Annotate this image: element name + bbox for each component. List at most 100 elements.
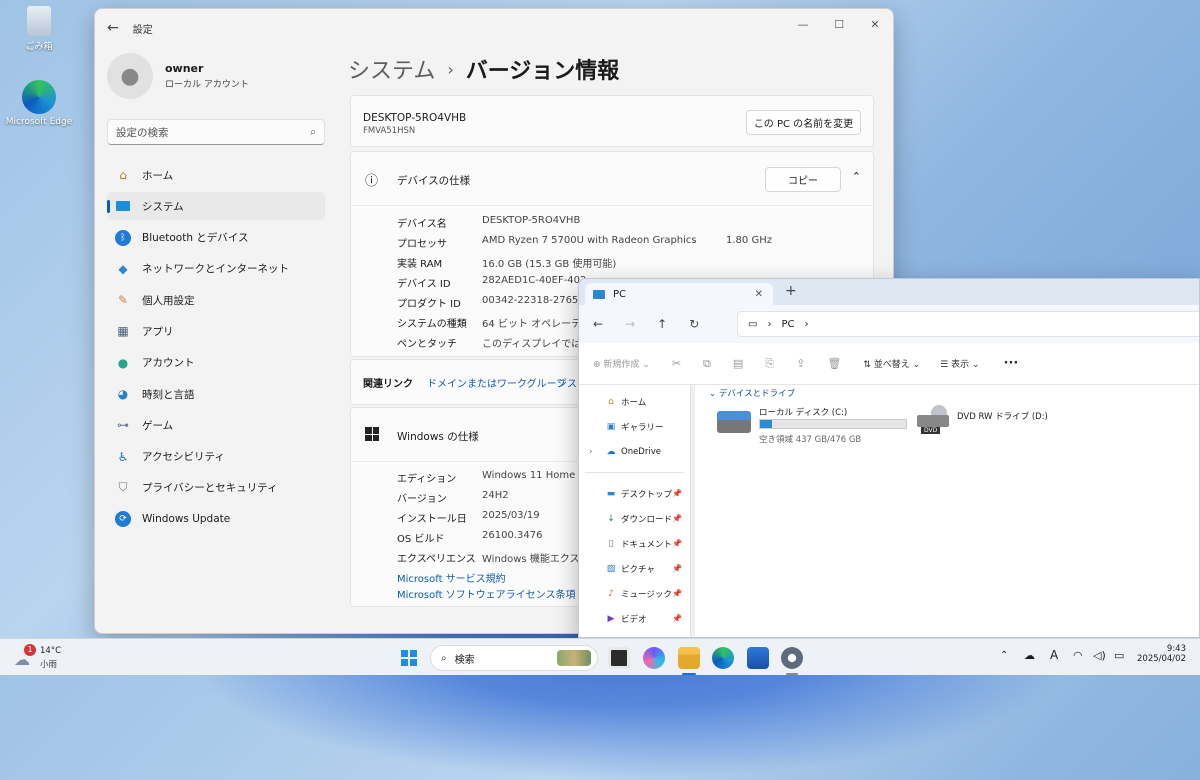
- device-spec-header[interactable]: ⓘ デバイスの仕様 コピー ⌃: [351, 152, 873, 206]
- nav-item-gaming[interactable]: ⊶ ゲーム: [107, 411, 325, 439]
- nav-item-home[interactable]: ⌂ ホーム: [107, 161, 325, 189]
- download-icon: ↓: [607, 513, 615, 524]
- pin-icon[interactable]: 📌: [672, 489, 682, 498]
- rename-pc-button[interactable]: この PC の名前を変更: [746, 110, 861, 135]
- new-button[interactable]: ⊕ 新規作成 ⌄: [593, 357, 650, 370]
- drive-d[interactable]: DVD DVD RW ドライブ (D:): [917, 405, 1057, 445]
- desktop-icon-recycle-bin[interactable]: ごみ箱: [4, 6, 74, 52]
- weather-widget[interactable]: ☁ 1 14°C 小雨: [14, 644, 74, 670]
- copilot-icon[interactable]: [643, 647, 665, 669]
- pin-icon[interactable]: 📌: [672, 564, 682, 573]
- nav-item-system[interactable]: システム: [107, 192, 325, 221]
- sidebar-item-onedrive[interactable]: › ☁ OneDrive: [579, 439, 690, 464]
- desktop-icon-label: Microsoft Edge: [5, 117, 73, 127]
- start-button[interactable]: [398, 647, 420, 669]
- pin-icon[interactable]: 📌: [672, 614, 682, 623]
- minimize-button[interactable]: —: [785, 9, 821, 39]
- pin-icon[interactable]: 📌: [672, 514, 682, 523]
- nav-item-time-language[interactable]: ◕ 時刻と言語: [107, 380, 325, 408]
- cut-icon[interactable]: ✂: [672, 357, 681, 370]
- device-name: DESKTOP-5RO4VHB: [363, 112, 467, 124]
- view-button[interactable]: ☰ 表示 ⌄: [940, 357, 979, 370]
- up-arrow-icon[interactable]: ↑: [657, 317, 667, 331]
- back-arrow-icon[interactable]: ←: [593, 317, 603, 331]
- drive-name: ローカル ディスク (C:): [759, 408, 848, 418]
- user-profile[interactable]: ● owner ローカル アカウント: [107, 53, 249, 99]
- domain-workgroup-link[interactable]: ドメインまたはワークグループ: [427, 375, 566, 390]
- nav-item-personalization[interactable]: ✎ 個人用設定: [107, 286, 325, 314]
- share-icon[interactable]: ⇪: [796, 357, 805, 370]
- nav-item-accounts[interactable]: ● アカウント: [107, 349, 325, 377]
- edge-icon[interactable]: [712, 647, 734, 669]
- pin-icon[interactable]: 📌: [672, 539, 682, 548]
- sidebar-item-downloads[interactable]: ↓ ダウンロード 📌: [579, 506, 690, 531]
- clock[interactable]: 9:43 2025/04/02: [1134, 644, 1186, 664]
- desktop-icon-label: ごみ箱: [25, 42, 53, 52]
- file-explorer-icon[interactable]: [678, 647, 700, 669]
- pin-icon[interactable]: 📌: [672, 589, 682, 598]
- rename-icon[interactable]: ⎘: [765, 357, 774, 371]
- paste-icon[interactable]: ▤: [733, 357, 743, 370]
- address-segment[interactable]: PC: [781, 319, 794, 330]
- hard-drive-icon: [717, 411, 751, 433]
- taskbar: ☁ 1 14°C 小雨 ⌕ 検索 ⌃ ☁ A ◠ ◁) ▭ 9:43 2025/…: [0, 638, 1200, 675]
- task-view-icon[interactable]: [608, 647, 630, 669]
- breadcrumb-parent[interactable]: システム: [348, 53, 435, 85]
- section-header[interactable]: ⌄ デバイスとドライブ: [709, 387, 795, 399]
- weather-temp: 14°C: [40, 646, 62, 656]
- address-bar[interactable]: ▭ › PC ›: [737, 311, 1199, 337]
- desktop-icon-edge[interactable]: Microsoft Edge: [4, 80, 74, 127]
- sidebar-item-gallery[interactable]: ▣ ギャラリー: [579, 414, 690, 439]
- nav-item-accessibility[interactable]: ♿ アクセシビリティ: [107, 443, 325, 471]
- nav-item-apps[interactable]: ▦ アプリ: [107, 317, 325, 345]
- delete-icon[interactable]: 🗑: [827, 357, 841, 370]
- settings-gear-icon[interactable]: [781, 647, 803, 669]
- forward-arrow-icon[interactable]: →: [625, 317, 635, 331]
- cloud-offline-icon[interactable]: ☁: [1024, 649, 1035, 662]
- explorer-tab[interactable]: PC ✕: [585, 283, 773, 305]
- back-arrow-icon[interactable]: ←: [107, 20, 119, 36]
- file-explorer-window: PC ✕ + ← → ↑ ↻ ▭ › PC › ⊕ 新規作成 ⌄ ✂ ⧉ ▤ ⎘…: [578, 278, 1200, 638]
- speaker-icon[interactable]: ◁): [1093, 649, 1106, 662]
- taskbar-search[interactable]: ⌕ 検索: [430, 645, 598, 671]
- chevron-up-icon[interactable]: ⌃: [1000, 650, 1008, 661]
- spec-value: 26100.3476: [482, 530, 543, 541]
- sidebar-item-documents[interactable]: ▯ ドキュメント 📌: [579, 531, 690, 556]
- sort-button[interactable]: ⇅ 並べ替え ⌄: [863, 357, 920, 370]
- battery-icon[interactable]: ▭: [1114, 649, 1124, 662]
- maximize-button[interactable]: ☐: [821, 9, 857, 39]
- sidebar-item-desktop[interactable]: ▬ デスクトップ 📌: [579, 481, 690, 506]
- nav-item-bluetooth[interactable]: ᛒ Bluetooth とデバイス: [107, 224, 325, 252]
- sidebar-item-pictures[interactable]: ▨ ピクチャ 📌: [579, 556, 690, 581]
- sidebar-label: ビデオ: [621, 614, 647, 625]
- sidebar-item-home[interactable]: ⌂ ホーム: [579, 389, 690, 414]
- nav-item-privacy[interactable]: ⛉ プライバシーとセキュリティ: [107, 474, 325, 502]
- close-tab-icon[interactable]: ✕: [755, 289, 763, 300]
- spec-row: エクスペリエンス Windows 機能エクスペ: [397, 550, 589, 565]
- drive-c[interactable]: ローカル ディスク (C:) 空き領域 437 GB/476 GB: [717, 405, 907, 445]
- sidebar-item-music[interactable]: ♪ ミュージック 📌: [579, 581, 690, 606]
- sidebar-scrollbar[interactable]: [691, 385, 695, 637]
- spec-key: プロセッサ: [397, 239, 447, 250]
- copy-icon[interactable]: ⧉: [703, 357, 711, 371]
- more-options-icon[interactable]: ···: [1004, 356, 1019, 371]
- nav-item-network[interactable]: ◆ ネットワークとインターネット: [107, 255, 325, 283]
- nav-item-windows-update[interactable]: ⟳ Windows Update: [107, 505, 325, 533]
- settings-search-input[interactable]: 設定の検索 ⌕: [107, 119, 325, 145]
- chevron-up-icon[interactable]: ⌃: [852, 170, 861, 183]
- chevron-right-icon[interactable]: ›: [589, 447, 592, 457]
- home-icon: ⌂: [119, 168, 127, 182]
- ms-license-terms-link[interactable]: Microsoft ソフトウェアライセンス条項: [397, 586, 576, 601]
- ms-services-agreement-link[interactable]: Microsoft サービス規約: [397, 570, 506, 585]
- close-button[interactable]: ✕: [857, 9, 893, 39]
- breadcrumb: システム › バージョン情報: [348, 53, 619, 85]
- ime-indicator[interactable]: A: [1050, 648, 1058, 662]
- sidebar-label: ミュージック: [621, 589, 672, 600]
- copy-button[interactable]: コピー: [765, 167, 841, 192]
- page-title: バージョン情報: [465, 59, 620, 84]
- refresh-icon[interactable]: ↻: [689, 317, 699, 331]
- sidebar-item-videos[interactable]: ▶ ビデオ 📌: [579, 606, 690, 631]
- new-tab-button[interactable]: +: [785, 283, 797, 299]
- wifi-icon[interactable]: ◠: [1073, 649, 1083, 662]
- store-icon[interactable]: [747, 647, 769, 669]
